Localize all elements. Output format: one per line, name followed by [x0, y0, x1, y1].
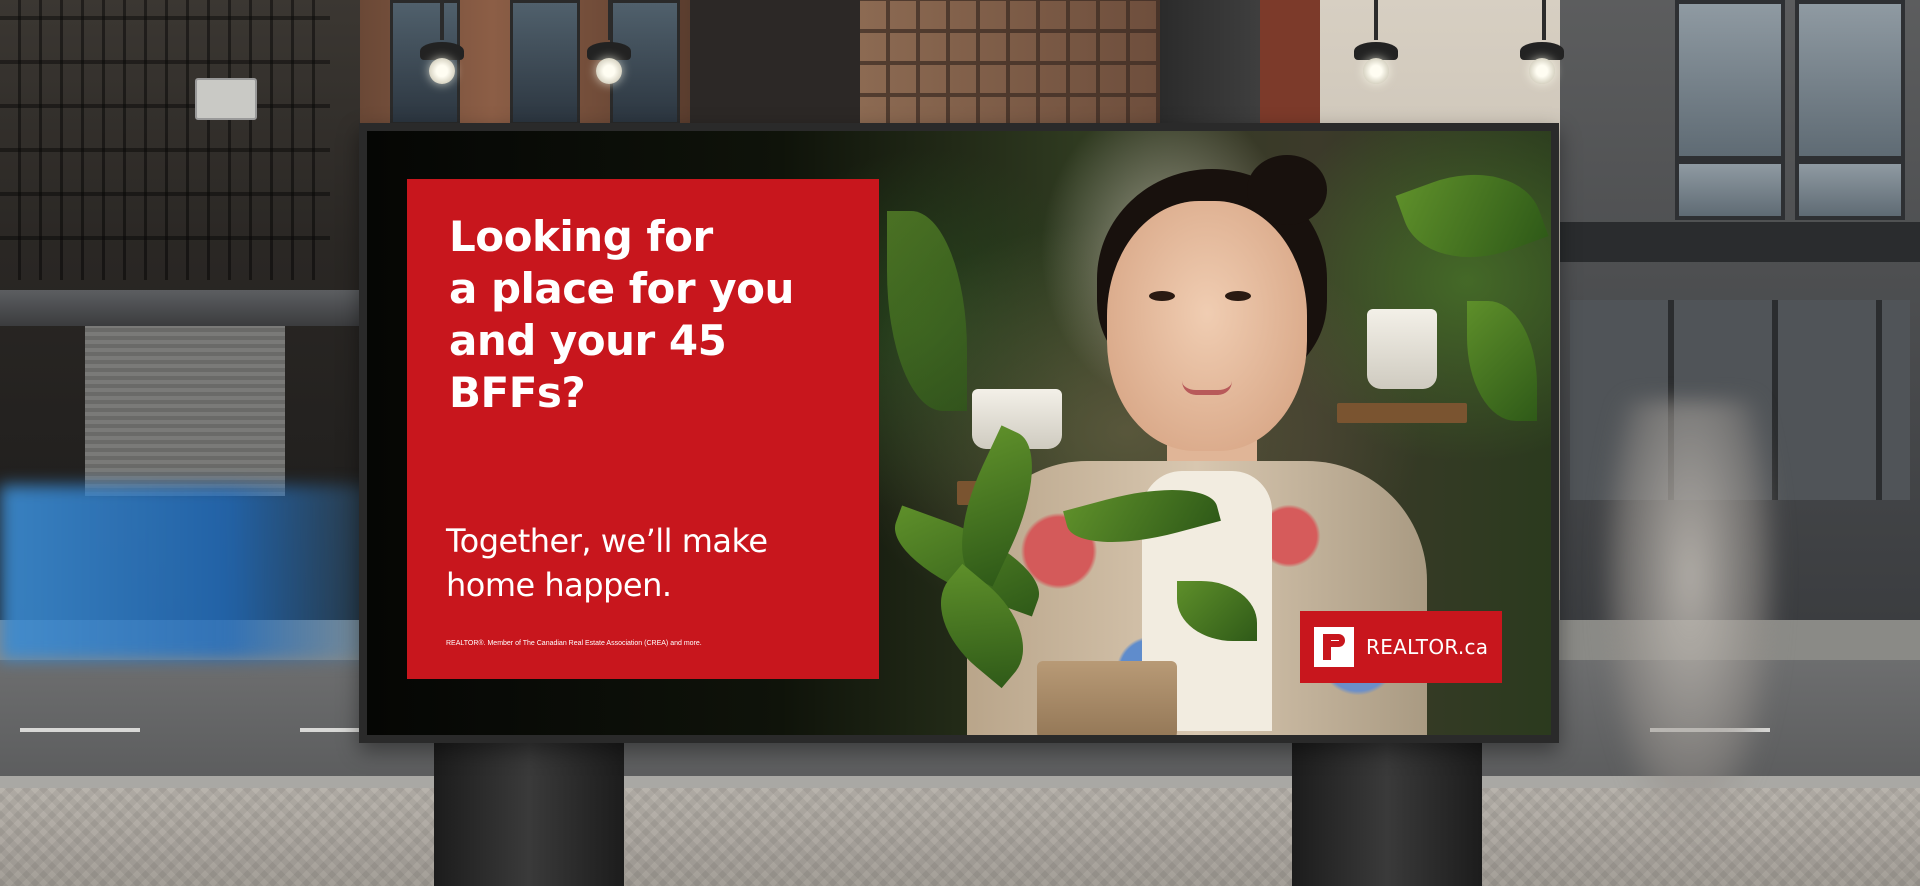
shelf [1337, 403, 1467, 423]
air-conditioner [195, 78, 257, 120]
woman-smile [1182, 381, 1232, 395]
blurred-pedestrian [1600, 400, 1780, 840]
woman-face [1107, 201, 1307, 451]
woman-eye [1225, 291, 1251, 301]
logo-text: REALTOR.ca [1366, 635, 1489, 659]
blurred-car [0, 485, 380, 660]
woman-eye [1149, 291, 1175, 301]
building-window [1795, 0, 1905, 160]
building-window [1675, 0, 1785, 160]
street-lamp [429, 58, 455, 84]
rolling-shutter [85, 326, 285, 496]
street-lamp [1363, 58, 1389, 84]
brick-building [360, 0, 690, 130]
billboard-leg [1292, 740, 1482, 886]
street-lamp [1529, 58, 1555, 84]
window-grid [860, 0, 1160, 125]
street-scene: Looking for a place for you and your 45 … [0, 0, 1920, 886]
street-lamp [596, 58, 622, 84]
realtor-r-icon [1314, 627, 1354, 667]
building-window [610, 0, 680, 125]
lamp-pole [1542, 0, 1546, 40]
billboard-leg [434, 740, 624, 886]
brick-column [1260, 0, 1320, 130]
realtor-logo-badge: REALTOR.ca [1300, 611, 1502, 683]
ad-headline: Looking for a place for you and your 45 … [449, 212, 794, 417]
building-window [1795, 160, 1905, 220]
billboard-screen: Looking for a place for you and your 45 … [367, 131, 1551, 735]
ad-red-panel: Looking for a place for you and your 45 … [407, 179, 879, 679]
plant-pot [1037, 661, 1177, 735]
apartment-building [860, 0, 1160, 130]
awning [0, 290, 360, 326]
ad-subheadline: Together, we’ll make home happen. [446, 522, 768, 604]
lane-marking [20, 728, 140, 732]
building-ledge [1560, 222, 1920, 262]
building-window [1675, 160, 1785, 220]
lamp-pole [608, 0, 612, 40]
billboard-frame: Looking for a place for you and your 45 … [359, 123, 1559, 743]
building-window [510, 0, 580, 125]
dark-building [690, 0, 860, 130]
fire-escape [0, 0, 330, 280]
lamp-pole [1374, 0, 1378, 40]
lamp-pole [440, 0, 444, 40]
ad-fine-print: REALTOR®. Member of The Canadian Real Es… [446, 640, 702, 647]
flower-pot [1367, 309, 1437, 389]
